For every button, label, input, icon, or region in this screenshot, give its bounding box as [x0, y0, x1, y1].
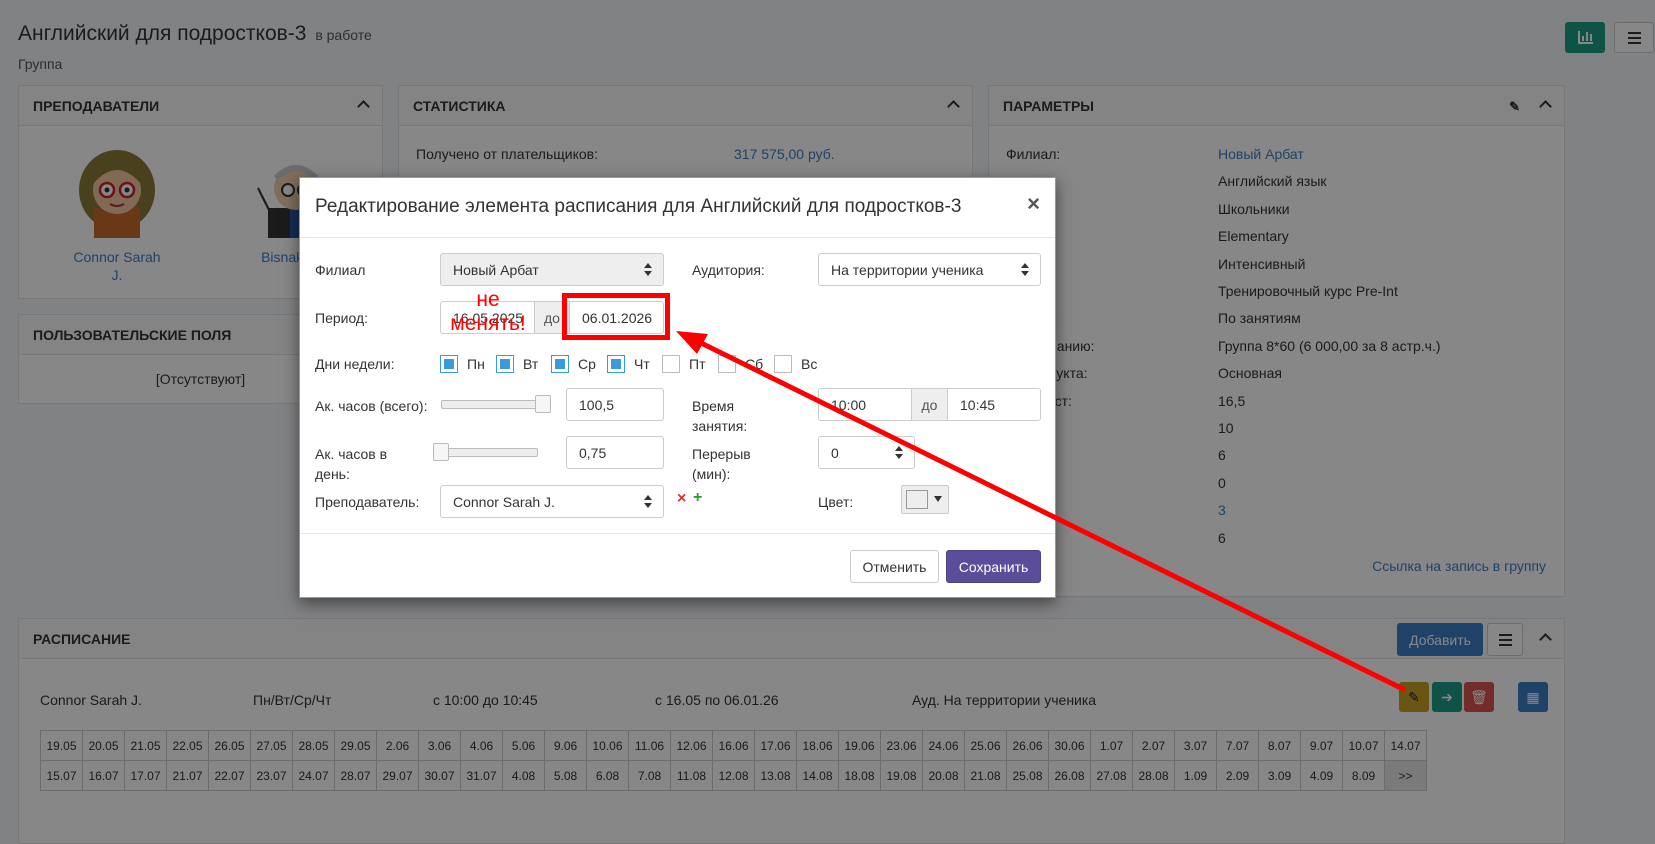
- annotation-arrow: [676, 331, 1407, 693]
